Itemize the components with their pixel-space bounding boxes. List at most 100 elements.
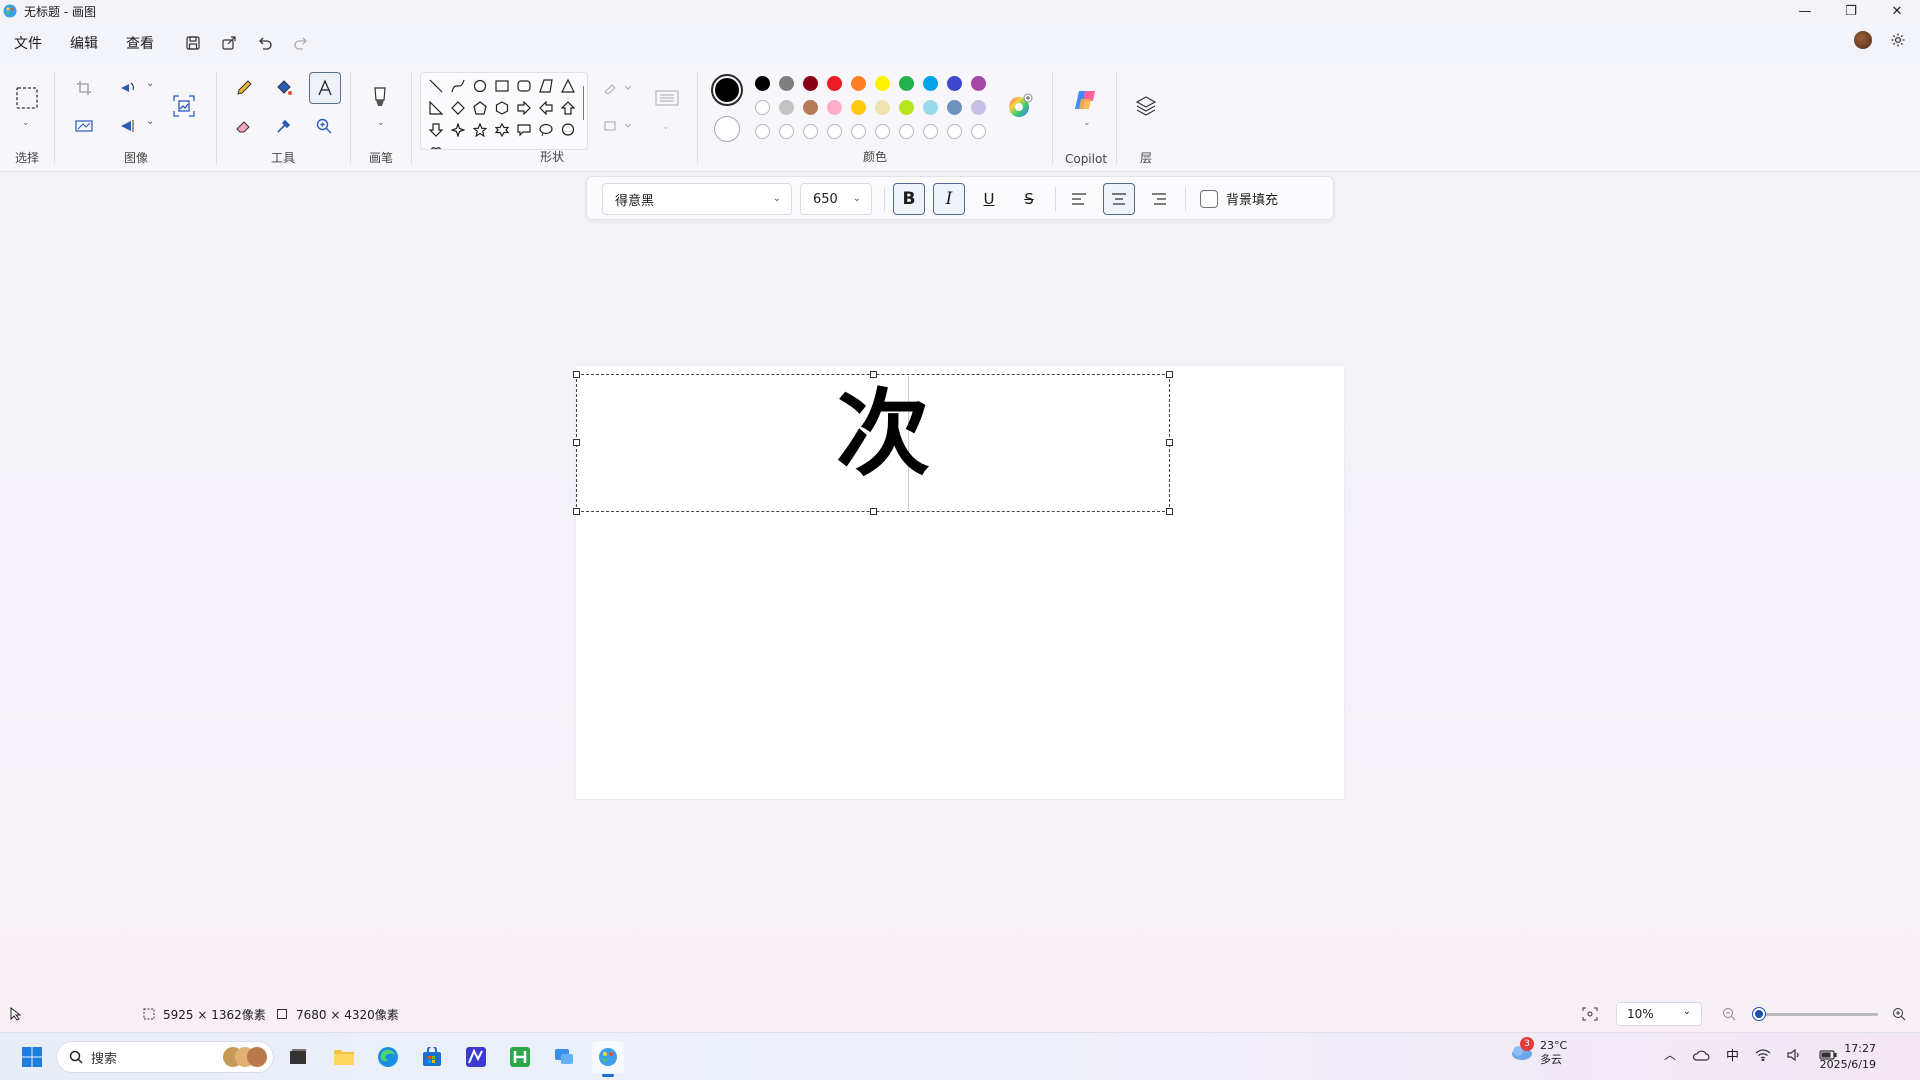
five-point-star-shape-icon[interactable] [469,119,491,141]
minimize-button[interactable]: — [1782,0,1828,22]
taskbar-search[interactable]: 搜索 [56,1041,274,1073]
taskbar-clock[interactable]: 17:27 2025/6/19 [1820,1041,1876,1073]
menu-edit[interactable]: 编辑 [70,29,112,57]
task-view-icon[interactable] [282,1041,314,1073]
custom-color-slot[interactable] [803,124,818,139]
select-chevron-down-icon[interactable]: ⌄ [22,118,30,128]
palette-color-swatch[interactable] [827,76,842,91]
align-right-button[interactable] [1143,183,1175,215]
pentagon-shape-icon[interactable] [469,97,491,119]
palette-color-swatch[interactable] [803,100,818,115]
redo-icon[interactable] [290,32,312,54]
oval-callout-shape-icon[interactable] [535,119,557,141]
resize-handle[interactable] [1166,371,1173,378]
app-chat-icon[interactable] [548,1041,580,1073]
down-arrow-shape-icon[interactable] [425,119,447,141]
rounded-rectangle-shape-icon[interactable] [513,75,535,97]
menu-view[interactable]: 查看 [126,29,168,57]
flip-icon[interactable] [114,112,142,140]
save-icon[interactable] [182,32,204,54]
up-arrow-shape-icon[interactable] [557,97,579,119]
palette-color-swatch[interactable] [947,76,962,91]
oval-shape-icon[interactable] [469,75,491,97]
palette-color-swatch[interactable] [899,100,914,115]
line-shape-icon[interactable] [425,75,447,97]
resize-handle[interactable] [573,508,580,515]
font-size-select[interactable]: 650 ⌄ [800,183,872,215]
paint-taskbar-icon[interactable] [592,1041,624,1077]
custom-color-slot[interactable] [899,124,914,139]
tray-chevron-up-icon[interactable]: ︿ [1664,1046,1676,1063]
microsoft-store-icon[interactable] [416,1041,448,1073]
zoom-slider[interactable] [1758,1013,1878,1016]
wifi-icon[interactable] [1755,1048,1771,1061]
background-fill-toggle[interactable]: 背景填充 [1200,189,1278,208]
rotate-icon[interactable] [114,74,142,102]
font-family-select[interactable]: 得意黑 ⌄ [602,183,792,215]
custom-color-slot[interactable] [851,124,866,139]
zoom-slider-thumb[interactable] [1753,1008,1765,1020]
palette-color-swatch[interactable] [923,100,938,115]
flip-chevron-down-icon[interactable]: ⌄ [146,116,154,127]
resize-handle[interactable] [1166,439,1173,446]
close-button[interactable]: ✕ [1874,0,1920,22]
pencil-icon[interactable] [230,74,258,102]
eraser-icon[interactable] [230,112,258,140]
align-center-button[interactable] [1103,183,1135,215]
six-point-star-shape-icon[interactable] [491,119,513,141]
shapes-scrollbar[interactable] [583,86,584,120]
palette-color-swatch[interactable] [851,100,866,115]
zoom-out-icon[interactable] [1722,1007,1736,1021]
zoom-level-select[interactable]: 10% ⌄ [1616,1002,1702,1026]
custom-color-slot[interactable] [923,124,938,139]
rotate-chevron-down-icon[interactable]: ⌄ [146,78,154,89]
curve-shape-icon[interactable] [447,75,469,97]
avatar[interactable] [1854,31,1872,49]
edit-colors-wheel-icon[interactable] [1004,90,1036,122]
undo-icon[interactable] [254,32,276,54]
right-arrow-shape-icon[interactable] [513,97,535,119]
palette-color-swatch[interactable] [875,100,890,115]
align-left-button[interactable] [1063,183,1095,215]
four-point-star-shape-icon[interactable] [447,119,469,141]
palette-color-swatch[interactable] [947,100,962,115]
resize-handle[interactable] [870,508,877,515]
onedrive-cloud-icon[interactable] [1692,1049,1710,1061]
diamond-shape-icon[interactable] [447,97,469,119]
italic-button[interactable]: I [933,183,965,215]
resize-handle[interactable] [573,439,580,446]
triangle-shape-icon[interactable] [557,75,579,97]
secondary-color-swatch[interactable] [714,116,740,142]
windows-start-icon[interactable] [16,1041,48,1073]
app-blue-m-icon[interactable] [460,1041,492,1073]
rect-callout-shape-icon[interactable] [513,119,535,141]
palette-color-swatch[interactable] [923,76,938,91]
brush-chevron-down-icon[interactable]: ⌄ [377,118,385,128]
fill-bucket-icon[interactable] [270,74,298,102]
stroke-size-icon[interactable] [652,86,682,114]
palette-color-swatch[interactable] [971,76,986,91]
fit-to-window-icon[interactable] [1582,1007,1598,1021]
polygon-shape-icon[interactable] [535,75,557,97]
app-green-h-icon[interactable] [504,1041,536,1073]
shape-outline-icon[interactable] [600,74,634,102]
settings-gear-icon[interactable] [1890,32,1906,48]
zoom-in-icon[interactable] [1892,1007,1906,1021]
color-picker-icon[interactable] [270,112,298,140]
palette-color-swatch[interactable] [971,100,986,115]
underline-button[interactable]: U [973,183,1005,215]
shape-fill-icon[interactable] [600,112,634,140]
crop-icon[interactable] [70,74,98,102]
resize-handle[interactable] [870,371,877,378]
hexagon-shape-icon[interactable] [491,97,513,119]
edge-browser-icon[interactable] [372,1041,404,1073]
left-arrow-shape-icon[interactable] [535,97,557,119]
palette-color-swatch[interactable] [803,76,818,91]
strikethrough-button[interactable]: S [1013,183,1045,215]
layers-icon[interactable] [1132,92,1160,120]
palette-color-swatch[interactable] [755,100,770,115]
share-icon[interactable] [218,32,240,54]
heart-shape-icon[interactable] [425,141,447,149]
rectangle-shape-icon[interactable] [491,75,513,97]
menu-file[interactable]: 文件 [14,29,56,57]
